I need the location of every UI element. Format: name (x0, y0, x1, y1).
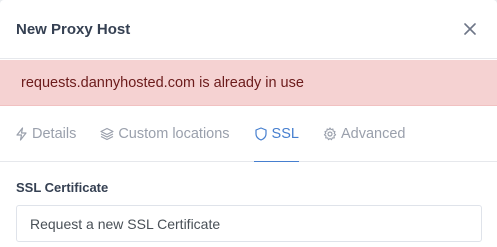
close-button[interactable] (461, 20, 479, 38)
tab-advanced-label: Advanced (340, 126, 406, 142)
tab-advanced[interactable]: Advanced (323, 107, 406, 161)
tab-custom-locations-label: Custom locations (118, 126, 230, 142)
error-alert: requests.dannyhosted.com is already in u… (0, 60, 497, 106)
tab-custom-locations[interactable]: Custom locations (100, 107, 230, 161)
modal-title: New Proxy Host (16, 20, 131, 38)
tab-details[interactable]: Details (14, 107, 76, 161)
tab-bar: Details Custom locations SSL Advanced (0, 107, 497, 162)
shield-icon (254, 127, 268, 141)
close-icon (464, 23, 476, 35)
tab-ssl-label: SSL (271, 126, 299, 142)
ssl-certificate-select[interactable]: Request a new SSL Certificate (16, 205, 482, 242)
ssl-certificate-value: Request a new SSL Certificate (30, 215, 221, 232)
modal-header: New Proxy Host (0, 0, 497, 59)
tab-details-label: Details (32, 126, 77, 142)
lightning-bolt-icon (14, 127, 28, 141)
new-proxy-host-modal: New Proxy Host requests.dannyhosted.com … (0, 0, 497, 247)
tab-ssl[interactable]: SSL (253, 107, 300, 162)
layers-icon (100, 127, 114, 141)
gear-icon (323, 127, 337, 141)
alert-message: requests.dannyhosted.com is already in u… (21, 74, 304, 91)
ssl-certificate-label: SSL Certificate (16, 180, 109, 195)
